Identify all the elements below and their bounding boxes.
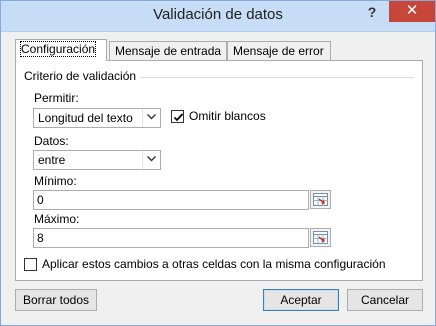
minimo-range-selector-button[interactable] bbox=[310, 190, 331, 209]
tab-panel: Criterio de validación Permitir: Longitu… bbox=[15, 60, 423, 281]
help-button[interactable]: ? bbox=[359, 2, 385, 22]
omitir-blancos-text: Omitir blancos bbox=[189, 109, 266, 123]
accept-label: Aceptar bbox=[280, 293, 322, 307]
maximo-value: 8 bbox=[37, 231, 44, 245]
maximo-range-selector-button[interactable] bbox=[310, 228, 331, 247]
dialog-window: Validación de datos ? ✕ Configuración Me… bbox=[0, 0, 436, 326]
range-selector-icon bbox=[313, 193, 328, 206]
chevron-down-icon[interactable] bbox=[142, 109, 160, 127]
close-icon: ✕ bbox=[405, 2, 419, 19]
datos-value: entre bbox=[38, 153, 66, 167]
range-selector-icon bbox=[313, 231, 328, 244]
datos-label: Datos: bbox=[34, 134, 69, 148]
accept-button[interactable]: Aceptar bbox=[263, 289, 339, 311]
clear-all-button[interactable]: Borrar todos bbox=[15, 289, 97, 311]
title-bar[interactable]: Validación de datos ? ✕ bbox=[1, 1, 435, 32]
datos-label-text: Datos: bbox=[34, 134, 69, 148]
tab-mensaje-entrada[interactable]: Mensaje de entrada bbox=[109, 41, 227, 60]
tab-label: Mensaje de error bbox=[233, 44, 324, 58]
cancel-label: Cancelar bbox=[360, 293, 410, 307]
maximo-label: Máximo: bbox=[34, 212, 79, 226]
maximo-label-text: Máximo: bbox=[34, 212, 80, 226]
omitir-blancos-label[interactable]: Omitir blancos bbox=[189, 109, 266, 123]
tab-label: Configuración bbox=[19, 41, 97, 57]
cancel-button[interactable]: Cancelar bbox=[347, 289, 423, 311]
apply-all-checkbox[interactable] bbox=[24, 258, 37, 271]
minimo-label-text: Mínimo: bbox=[34, 174, 77, 188]
minimo-value: 0 bbox=[37, 193, 44, 207]
datos-select[interactable]: entre bbox=[33, 150, 161, 170]
omitir-blancos-checkbox[interactable] bbox=[171, 110, 184, 123]
permitir-value: Longitud del texto bbox=[38, 111, 133, 125]
permitir-label: Permitir: bbox=[34, 91, 79, 105]
tab-label: Mensaje de entrada bbox=[115, 44, 222, 58]
permitir-label-text: Permitir: bbox=[34, 91, 79, 105]
chevron-down-icon[interactable] bbox=[142, 151, 160, 169]
group-divider bbox=[136, 77, 414, 78]
tab-configuracion[interactable]: Configuración bbox=[15, 39, 107, 61]
apply-all-text: Aplicar estos cambios a otras celdas con… bbox=[42, 257, 386, 271]
close-button[interactable]: ✕ bbox=[389, 1, 435, 22]
help-icon: ? bbox=[367, 4, 377, 20]
permitir-select[interactable]: Longitud del texto bbox=[33, 108, 161, 128]
minimo-label: Mínimo: bbox=[34, 174, 77, 188]
tab-mensaje-error[interactable]: Mensaje de error bbox=[227, 41, 331, 60]
checkmark-icon bbox=[173, 113, 184, 122]
minimo-input[interactable]: 0 bbox=[33, 190, 309, 210]
apply-all-label[interactable]: Aplicar estos cambios a otras celdas con… bbox=[42, 257, 386, 271]
maximo-input[interactable]: 8 bbox=[33, 228, 309, 248]
criteria-group-title: Criterio de validación bbox=[24, 69, 141, 83]
clear-all-label: Borrar todos bbox=[22, 293, 90, 307]
